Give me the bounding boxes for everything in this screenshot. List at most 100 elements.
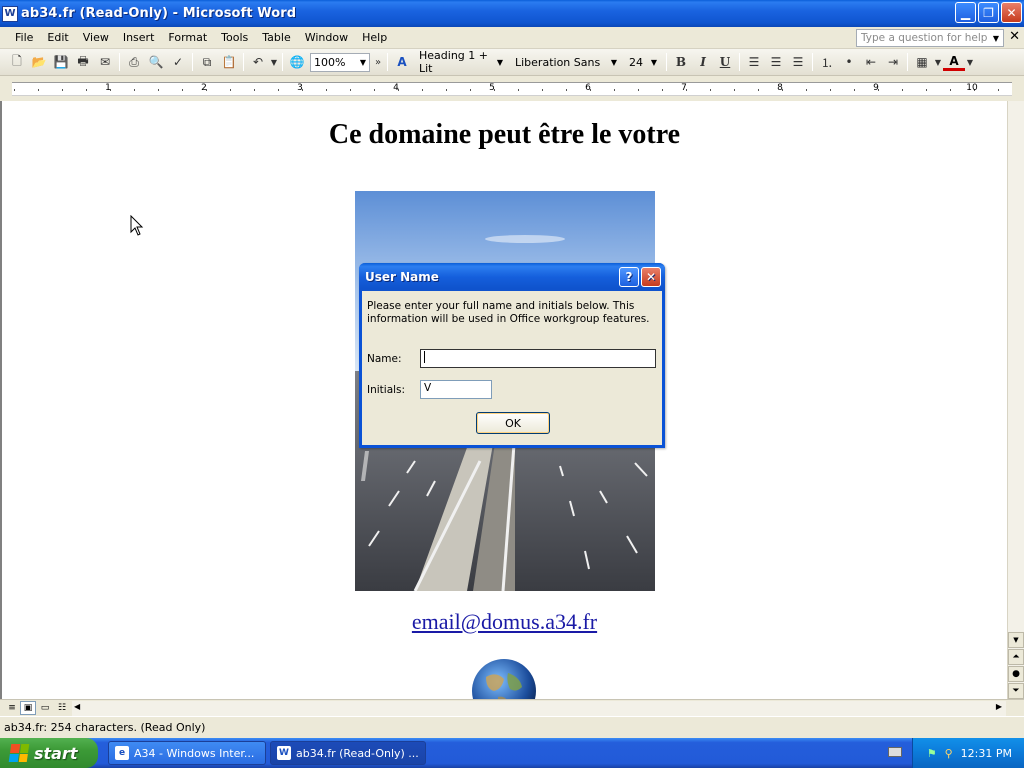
undo-icon[interactable]: ↶ (247, 51, 269, 73)
ruler-tick (902, 89, 903, 91)
email-icon[interactable]: ✉ (94, 51, 116, 73)
ruler-tick (134, 89, 135, 91)
borders-dropdown-icon[interactable]: ▼ (933, 51, 943, 73)
clock[interactable]: 12:31 PM (961, 747, 1012, 760)
help-icon[interactable]: ? (619, 267, 639, 287)
open-folder-icon[interactable]: 📂 (28, 51, 50, 73)
font-select[interactable]: Liberation Sans ▼ (511, 53, 621, 72)
bulleted-list-icon[interactable]: • (838, 51, 860, 73)
menu-file[interactable]: File (8, 31, 40, 44)
scroll-down-arrow-icon[interactable]: ▼ (1008, 632, 1024, 648)
font-size-select[interactable]: 24 ▼ (625, 53, 661, 72)
increase-indent-icon[interactable]: ⇥ (882, 51, 904, 73)
menu-insert[interactable]: Insert (116, 31, 162, 44)
ruler-tick (14, 89, 15, 91)
keyboard-icon[interactable] (888, 747, 902, 757)
word-app-icon[interactable]: W (2, 5, 18, 22)
align-left-icon[interactable]: ☰ (743, 51, 765, 73)
new-document-icon[interactable]: 🗋 (6, 51, 28, 73)
name-label: Name: (367, 353, 402, 365)
vertical-scrollbar[interactable]: ▼ ⏶ ● ⏷ (1007, 101, 1024, 699)
align-right-icon[interactable]: ☰ (787, 51, 809, 73)
ruler-tick (758, 89, 759, 91)
ruler-tick (830, 89, 831, 91)
menu-view[interactable]: View (76, 31, 116, 44)
start-button[interactable]: start (0, 738, 98, 768)
spelling-icon[interactable]: ✓ (167, 51, 189, 73)
taskbar-item-internet-explorer[interactable]: e A34 - Windows Inter... (108, 741, 266, 765)
web-layout-view-icon[interactable]: ▣ (20, 701, 36, 715)
previous-page-icon[interactable]: ⏶ (1008, 649, 1024, 665)
document-close-icon[interactable]: ✕ (1009, 29, 1020, 44)
copy-icon[interactable]: ⧉ (196, 51, 218, 73)
toolbar-separator (812, 53, 813, 71)
search-icon[interactable]: ⚲ (945, 747, 953, 760)
outline-view-icon[interactable]: ☷ (54, 701, 70, 715)
toolbar-options-icon[interactable]: » (372, 51, 384, 73)
close-icon[interactable]: ✕ (641, 267, 661, 287)
zoom-value: 100% (314, 55, 346, 69)
normal-view-icon[interactable]: ≡ (4, 701, 20, 715)
styles-pane-icon[interactable]: A (391, 51, 413, 73)
menu-format[interactable]: Format (161, 31, 214, 44)
align-center-icon[interactable]: ☰ (765, 51, 787, 73)
underline-button[interactable]: U (714, 51, 736, 73)
scroll-right-arrow-icon[interactable]: ▶ (996, 702, 1002, 711)
font-color-button[interactable]: A (943, 53, 965, 71)
initials-field[interactable]: V (420, 380, 492, 399)
maximize-button[interactable]: ❐ (978, 2, 999, 23)
status-text: ab34.fr: 254 characters. (Read Only) (4, 721, 206, 734)
decrease-indent-icon[interactable]: ⇤ (860, 51, 882, 73)
window-titlebar[interactable]: W ab34.fr (Read-Only) - Microsoft Word ▁… (0, 0, 1024, 27)
ruler-tick (710, 89, 711, 91)
font-color-dropdown-icon[interactable]: ▼ (965, 51, 975, 73)
taskbar-item-word[interactable]: W ab34.fr (Read-Only) ... (270, 741, 426, 765)
close-button[interactable]: ✕ (1001, 2, 1022, 23)
menu-window[interactable]: Window (298, 31, 355, 44)
scroll-left-arrow-icon[interactable]: ◀ (74, 702, 80, 711)
save-icon[interactable]: 💾 (50, 51, 72, 73)
menu-edit[interactable]: Edit (40, 31, 75, 44)
name-field[interactable] (420, 349, 656, 368)
internet-explorer-icon: e (115, 746, 129, 760)
horizontal-scroll-row: ≡ ▣ ▭ ☷ ◀ ▶ (0, 699, 1024, 716)
ruler-tick (182, 89, 183, 91)
ruler-tick (662, 89, 663, 91)
help-search-input[interactable]: Type a question for help ▼ (856, 29, 1004, 47)
borders-icon[interactable]: ▦ (911, 51, 933, 73)
undo-dropdown-icon[interactable]: ▼ (269, 51, 279, 73)
style-select[interactable]: Heading 1 + Lit ▼ (415, 49, 507, 75)
menu-help[interactable]: Help (355, 31, 394, 44)
ruler-tick (62, 89, 63, 91)
dialog-titlebar[interactable]: User Name ? ✕ (359, 263, 665, 291)
web-globe-icon[interactable]: 🌐 (286, 51, 308, 73)
zoom-select[interactable]: 100% ▼ (310, 52, 370, 72)
print-preview-icon[interactable]: 🔍 (145, 51, 167, 73)
next-page-icon[interactable]: ⏷ (1008, 683, 1024, 699)
chevron-down-icon[interactable]: ▼ (360, 58, 366, 67)
ok-button[interactable]: OK (476, 412, 550, 434)
user-name-dialog: User Name ? ✕ Please enter your full nam… (359, 263, 665, 448)
italic-button[interactable]: I (692, 51, 714, 73)
paste-icon[interactable]: 📋 (218, 51, 240, 73)
select-browse-object-icon[interactable]: ● (1008, 666, 1024, 682)
numbered-list-icon[interactable]: ⒈ (816, 51, 838, 73)
chevron-down-icon[interactable]: ▼ (993, 34, 999, 43)
horizontal-ruler[interactable]: 1 2 3 4 5 6 7 8 9 10 (12, 82, 1012, 96)
ruler-number: 10 (966, 83, 978, 93)
toolbar-separator (739, 53, 740, 71)
chevron-down-icon[interactable]: ▼ (611, 58, 617, 67)
chevron-down-icon[interactable]: ▼ (651, 58, 657, 67)
permission-icon[interactable]: 🖶 (72, 51, 94, 73)
menu-table[interactable]: Table (255, 31, 297, 44)
print-layout-view-icon[interactable]: ▭ (37, 701, 53, 715)
initials-label: Initials: (367, 384, 406, 396)
network-icon[interactable]: ⚑ (927, 747, 937, 760)
bold-button[interactable]: B (670, 51, 692, 73)
horizontal-scrollbar[interactable]: ◀ ▶ (72, 701, 1006, 716)
email-link[interactable]: email@domus.a34.fr (2, 609, 1007, 635)
chevron-down-icon[interactable]: ▼ (497, 58, 503, 67)
print-icon[interactable]: ⎙ (123, 51, 145, 73)
minimize-button[interactable]: ▁ (955, 2, 976, 23)
menu-tools[interactable]: Tools (214, 31, 255, 44)
